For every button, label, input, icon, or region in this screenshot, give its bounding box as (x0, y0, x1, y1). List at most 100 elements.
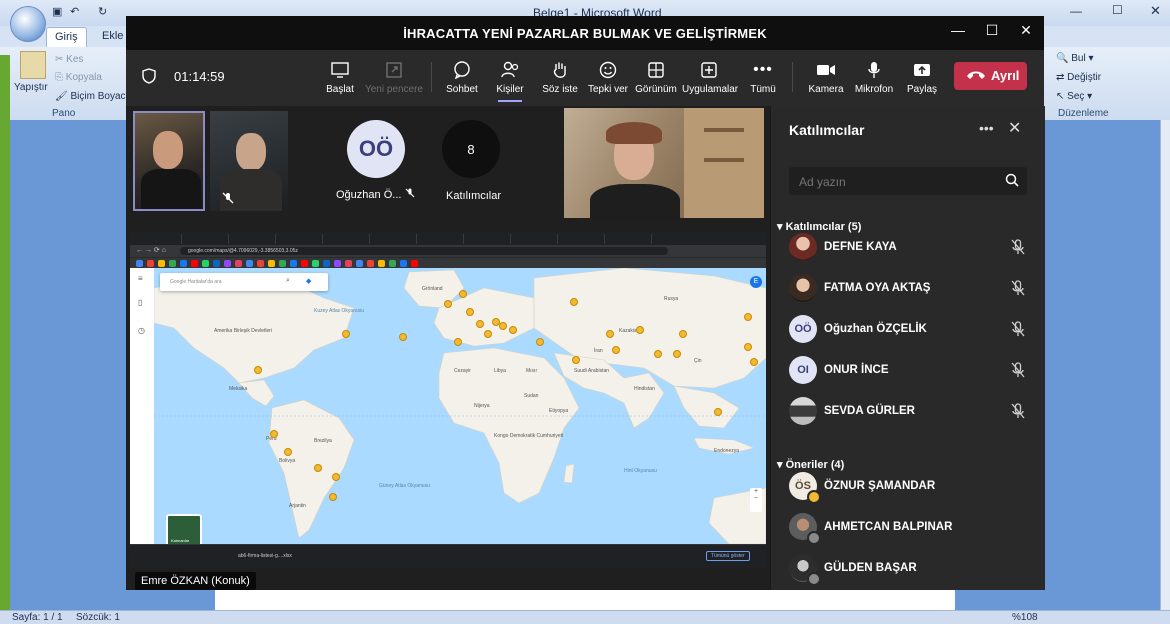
people-button[interactable]: Kişiler (490, 50, 530, 106)
close-icon[interactable]: ✕ (1016, 22, 1036, 39)
browser-tab[interactable] (604, 234, 652, 244)
location-pin[interactable] (314, 464, 322, 472)
bookmark-icon[interactable] (191, 260, 198, 267)
bookmark-icon[interactable] (389, 260, 396, 267)
bookmark-icon[interactable] (411, 260, 418, 267)
raise-hand-button[interactable]: Söz iste (538, 50, 582, 106)
browser-tab[interactable] (416, 234, 464, 244)
account-avatar[interactable]: E (750, 276, 762, 288)
bookmark-icon[interactable] (224, 260, 231, 267)
more-options-icon[interactable]: ••• (979, 120, 994, 136)
location-pin[interactable] (744, 313, 752, 321)
browser-tab[interactable] (275, 234, 323, 244)
bookmark-icon[interactable] (268, 260, 275, 267)
copy-button[interactable]: ⎘ Kopyala (55, 72, 102, 83)
minimize-icon[interactable]: — (1070, 4, 1082, 18)
bookmark-icon[interactable] (180, 260, 187, 267)
video-tile-participant[interactable] (210, 111, 288, 211)
suggestion-row[interactable]: ÖS ÖZNUR ŞAMANDAR (771, 466, 1045, 506)
location-pin[interactable] (636, 326, 644, 334)
bookmark-icon[interactable] (334, 260, 341, 267)
format-painter-button[interactable]: 🖌 Biçim Boyacısı (55, 91, 136, 102)
participant-row[interactable]: OI ONUR İNCE (771, 350, 1045, 390)
location-pin[interactable] (612, 346, 620, 354)
participant-avatar[interactable]: OÖ (347, 120, 405, 178)
location-pin[interactable] (444, 300, 452, 308)
mic-button[interactable]: Mikrofon (852, 50, 896, 106)
paste-button[interactable]: Yapıştır (14, 82, 48, 93)
bookmark-icon[interactable] (246, 260, 253, 267)
share-button[interactable]: Paylaş (902, 50, 942, 106)
browser-tab[interactable] (557, 234, 605, 244)
tab-home[interactable]: Giriş (46, 27, 87, 47)
start-button[interactable]: Başlat (318, 50, 362, 106)
bookmark-icon[interactable] (257, 260, 264, 267)
zoom-controls[interactable]: + − (750, 488, 762, 512)
undo-icon[interactable]: ↶ (70, 5, 79, 18)
save-icon[interactable]: ▣ (52, 5, 62, 18)
bookmark-icon[interactable] (345, 260, 352, 267)
location-pin[interactable] (744, 343, 752, 351)
leave-button[interactable]: Ayrıl (954, 62, 1027, 90)
location-pin[interactable] (536, 338, 544, 346)
location-pin[interactable] (572, 356, 580, 364)
participant-row[interactable]: DEFNE KAYA (771, 227, 1045, 267)
location-pin[interactable] (284, 448, 292, 456)
location-pin[interactable] (466, 308, 474, 316)
browser-tab[interactable] (510, 234, 558, 244)
video-tile-speaker[interactable] (133, 111, 205, 211)
bookmark-icon[interactable] (323, 260, 330, 267)
location-pin[interactable] (673, 350, 681, 358)
redo-icon[interactable]: ↻ (98, 5, 107, 18)
location-pin[interactable] (270, 430, 278, 438)
browser-tab[interactable] (181, 234, 229, 244)
bookmark-icon[interactable] (235, 260, 242, 267)
close-icon[interactable]: ✕ (1150, 3, 1161, 19)
paste-icon[interactable] (20, 51, 46, 79)
bookmark-icon[interactable] (301, 260, 308, 267)
location-pin[interactable] (750, 358, 758, 366)
bookmark-icon[interactable] (378, 260, 385, 267)
find-button[interactable]: 🔍 Bul ▾ (1056, 53, 1094, 64)
search-icon[interactable]: ⌕ (286, 277, 290, 285)
more-button[interactable]: ••• Tümü (744, 50, 782, 106)
vertical-scrollbar[interactable] (1160, 120, 1170, 610)
location-pin[interactable] (332, 473, 340, 481)
apps-button[interactable]: Uygulamalar (682, 50, 738, 106)
bookmark-icon[interactable] (279, 260, 286, 267)
bookmark-icon[interactable] (400, 260, 407, 267)
suggestion-row[interactable]: AHMETCAN BALPINAR (771, 507, 1045, 547)
participant-row[interactable]: SEVDA GÜRLER (771, 391, 1045, 431)
bookmark-icon[interactable] (147, 260, 154, 267)
location-pin[interactable] (499, 322, 507, 330)
bookmark-icon[interactable] (136, 260, 143, 267)
bookmark-icon[interactable] (169, 260, 176, 267)
map-search-box[interactable]: Google Haritalar'da ara ⌕ ◆ (160, 273, 328, 291)
video-tile-host[interactable] (564, 108, 764, 218)
participant-search-input[interactable] (789, 167, 1001, 197)
location-pin[interactable] (714, 408, 722, 416)
location-pin[interactable] (329, 493, 337, 501)
participant-row[interactable]: OÖ Oğuzhan ÖZÇELİK (771, 309, 1045, 349)
cut-button[interactable]: ✂ Kes (55, 54, 83, 65)
location-pin[interactable] (342, 330, 350, 338)
location-pin[interactable] (679, 330, 687, 338)
maximize-icon[interactable]: ☐ (982, 22, 1002, 39)
browser-tab[interactable] (322, 234, 370, 244)
bookmark-icon[interactable] (356, 260, 363, 267)
location-pin[interactable] (459, 290, 467, 298)
location-pin[interactable] (254, 366, 262, 374)
bookmark-icon[interactable] (290, 260, 297, 267)
browser-tab[interactable] (228, 234, 276, 244)
location-pin[interactable] (570, 298, 578, 306)
view-button[interactable]: Görünüm (634, 50, 678, 106)
participant-row[interactable]: FATMA OYA AKTAŞ (771, 268, 1045, 308)
bookmark-icon[interactable] (367, 260, 374, 267)
location-pin[interactable] (606, 330, 614, 338)
browser-tab[interactable] (369, 234, 417, 244)
download-file-name[interactable]: ab6-firma-listesi-g....xlsx (238, 553, 292, 559)
browser-tab[interactable] (463, 234, 511, 244)
select-button[interactable]: ↖ Seç ▾ (1056, 91, 1092, 102)
bookmark-icon[interactable] (202, 260, 209, 267)
layers-button[interactable]: Katmanlar (166, 514, 202, 548)
